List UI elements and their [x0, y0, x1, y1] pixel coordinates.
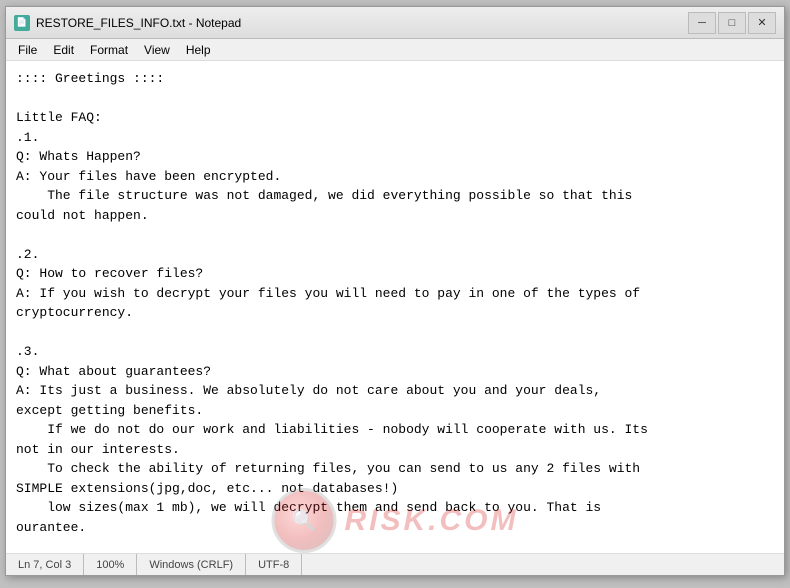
- menu-edit[interactable]: Edit: [45, 41, 82, 59]
- app-icon: 📄: [14, 15, 30, 31]
- menu-file[interactable]: File: [10, 41, 45, 59]
- status-line-ending: Windows (CRLF): [137, 554, 246, 575]
- content-area: :::: Greetings :::: Little FAQ: .1. Q: W…: [6, 61, 784, 553]
- menu-bar: File Edit Format View Help: [6, 39, 784, 61]
- status-bar: Ln 7, Col 3 100% Windows (CRLF) UTF-8: [6, 553, 784, 575]
- notepad-window: 📄 RESTORE_FILES_INFO.txt - Notepad ─ □ ✕…: [5, 6, 785, 576]
- title-bar: 📄 RESTORE_FILES_INFO.txt - Notepad ─ □ ✕: [6, 7, 784, 39]
- window-title: RESTORE_FILES_INFO.txt - Notepad: [36, 16, 688, 30]
- status-position: Ln 7, Col 3: [14, 554, 84, 575]
- window-controls: ─ □ ✕: [688, 12, 776, 34]
- text-editor[interactable]: :::: Greetings :::: Little FAQ: .1. Q: W…: [6, 61, 784, 553]
- menu-help[interactable]: Help: [178, 41, 219, 59]
- status-zoom: 100%: [84, 554, 137, 575]
- minimize-button[interactable]: ─: [688, 12, 716, 34]
- maximize-button[interactable]: □: [718, 12, 746, 34]
- menu-format[interactable]: Format: [82, 41, 136, 59]
- status-encoding: UTF-8: [246, 554, 302, 575]
- close-button[interactable]: ✕: [748, 12, 776, 34]
- menu-view[interactable]: View: [136, 41, 178, 59]
